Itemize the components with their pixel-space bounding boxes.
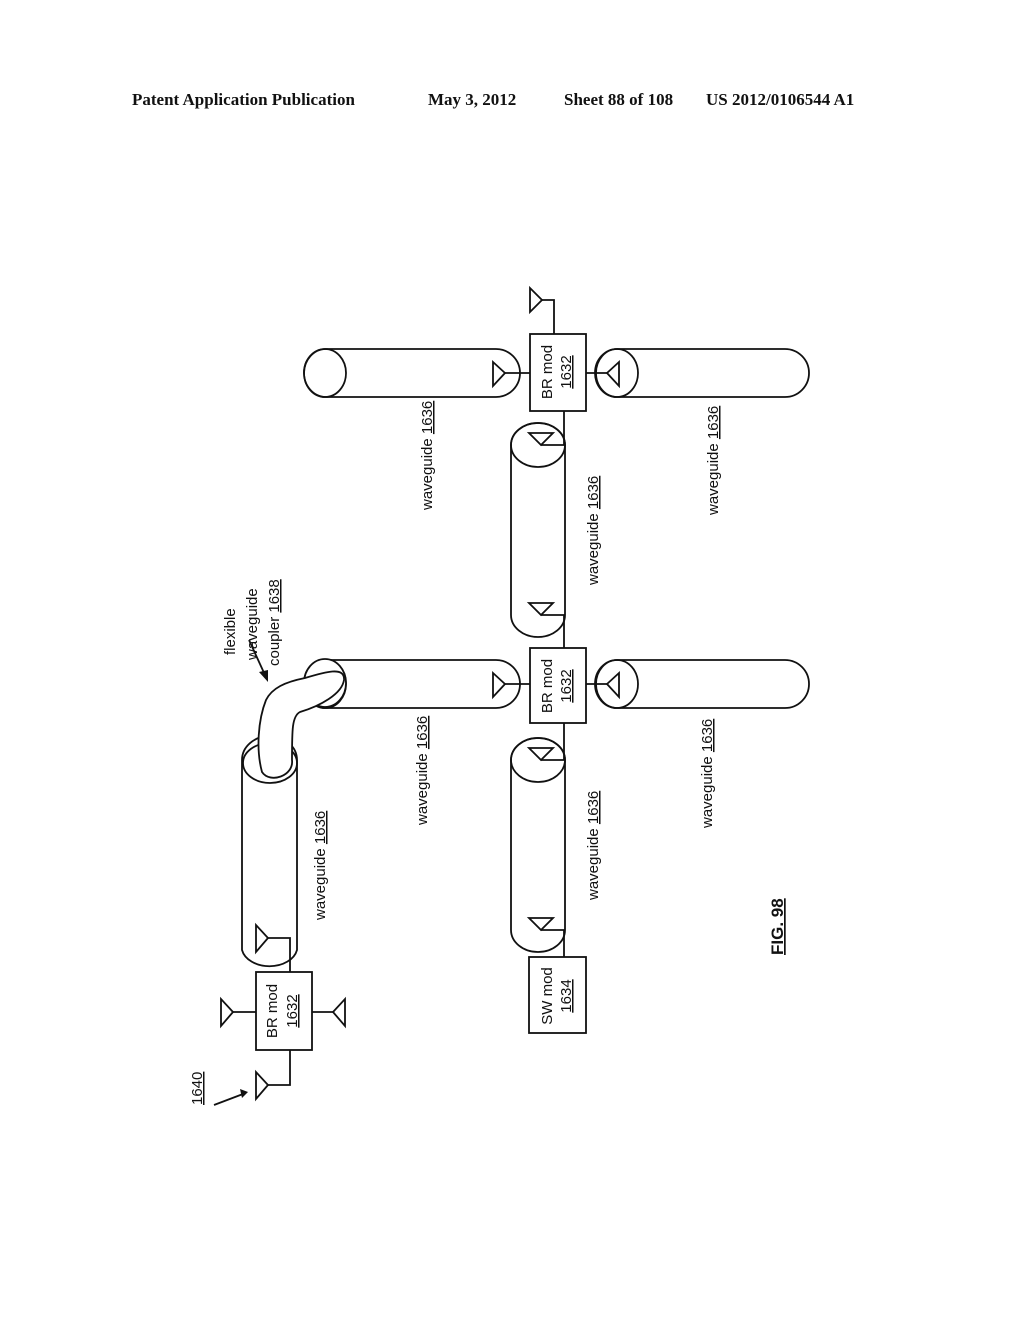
svg-text:1632: 1632: [558, 669, 575, 702]
coupler-label-line2: waveguide: [244, 588, 261, 661]
br-mod-label: BR mod: [264, 984, 281, 1038]
waveguide-label: waveguide 1636: [414, 716, 431, 826]
waveguide-label: waveguide 1636: [705, 406, 722, 516]
waveguide-label: waveguide 1636: [419, 401, 436, 511]
waveguide-label: waveguide 1636: [585, 791, 602, 901]
figure-label: FIG. 98: [768, 898, 787, 955]
antenna-icon: [529, 285, 555, 334]
br-mod-label: BR mod: [539, 345, 556, 399]
sw-mod: SW mod 1634: [528, 956, 587, 1034]
br-mod-left: BR mod 1632: [255, 971, 313, 1051]
br-mod-ref: 1632: [558, 355, 575, 388]
waveguide-top-left: [303, 348, 530, 398]
coupler-label-line1: flexible: [222, 608, 239, 655]
svg-text:BR mod: BR mod: [539, 659, 556, 713]
svg-text:1632: 1632: [558, 355, 575, 388]
svg-text:SW mod: SW mod: [539, 967, 556, 1025]
coupler-label-line3: coupler 1638: [266, 579, 283, 666]
antenna-icon: [255, 1050, 291, 1102]
br-mod-top: BR mod 1632: [529, 333, 587, 412]
ref-1640-pointer-arrow: [213, 1089, 248, 1106]
waveguide-middle-right: [586, 659, 810, 709]
svg-text:BR mod: BR mod: [264, 984, 281, 1038]
br-mod-ref: 1632: [558, 669, 575, 702]
waveguide-middle-lower: [510, 723, 566, 957]
svg-text:1632: 1632: [284, 994, 301, 1027]
svg-text:1634: 1634: [558, 979, 575, 1012]
system-ref-1640: 1640: [189, 1072, 206, 1105]
br-mod-ref: 1632: [284, 994, 301, 1027]
antenna-icon: [312, 996, 346, 1029]
waveguide-middle-upper: [510, 411, 566, 648]
sw-mod-label: SW mod: [539, 967, 556, 1025]
waveguide-label: waveguide 1636: [699, 719, 716, 829]
waveguide-top-right: [586, 348, 810, 398]
svg-text:BR mod: BR mod: [539, 345, 556, 399]
br-mod-label: BR mod: [539, 659, 556, 713]
flexible-waveguide-coupler: [257, 658, 347, 779]
antenna-icon: [220, 996, 256, 1029]
sw-mod-ref: 1634: [558, 979, 575, 1012]
figure-98-diagram: BR mod 1632 waveguide 1636 waveguide 163…: [189, 285, 810, 1106]
waveguide-label: waveguide 1636: [312, 811, 329, 921]
waveguide-label: waveguide 1636: [585, 476, 602, 586]
br-mod-middle: BR mod 1632: [529, 647, 587, 724]
